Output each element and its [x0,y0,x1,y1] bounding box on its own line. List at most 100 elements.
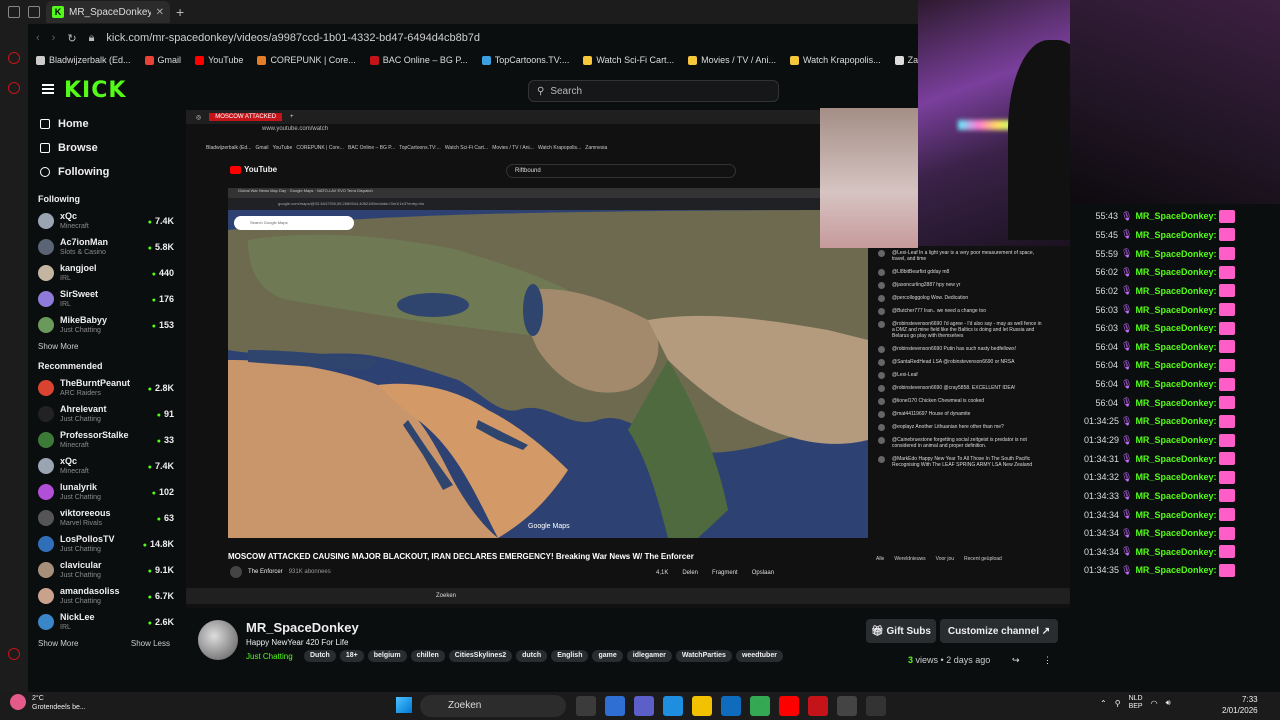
browser-tab[interactable]: K MR_SpaceDonkey - Wa ✕ [46,1,170,23]
store-icon[interactable] [605,696,625,716]
chat-username[interactable]: MR_SpaceDonkey: [1135,286,1216,296]
chat-username[interactable]: MR_SpaceDonkey: [1135,211,1216,221]
tab-actions-icon[interactable] [8,6,20,18]
chat-username[interactable]: MR_SpaceDonkey: [1135,323,1216,333]
chat-username[interactable]: MR_SpaceDonkey: [1135,565,1216,575]
chat-username[interactable]: MR_SpaceDonkey: [1135,379,1216,389]
windows-start-icon[interactable] [396,697,412,713]
chat-username[interactable]: MR_SpaceDonkey: [1135,491,1216,501]
chat-username[interactable]: MR_SpaceDonkey: [1135,305,1216,315]
chat-username[interactable]: MR_SpaceDonkey: [1135,547,1216,557]
channel-row[interactable]: SirSweetIRL 176 [28,286,180,312]
calculator-icon[interactable] [837,696,857,716]
url-text[interactable]: kick.com/mr-spacedonkey/videos/a9987ccd-… [106,32,480,44]
weather-widget[interactable]: 2°C Grotendeels be... [10,694,86,712]
clock[interactable]: 7:33 2/01/2026 [1222,694,1258,716]
sidebar-app-icon[interactable] [8,82,20,94]
new-tab-icon[interactable]: + [176,4,184,20]
settings-app-icon[interactable] [866,696,886,716]
tag[interactable]: weedtuber [735,650,783,662]
channel-row[interactable]: NickLeeIRL 2.6K [28,609,180,635]
chat-username[interactable]: MR_SpaceDonkey: [1135,454,1216,464]
bookmark[interactable]: COREPUNK | Core... [257,55,356,65]
show-less-button[interactable]: Show Less [131,639,170,648]
channel-row[interactable]: xQcMinecraft 7.4K [28,453,180,479]
channel-row[interactable]: viktoreeousMarvel Rivals 63 [28,505,180,531]
tag[interactable]: idlegamer [626,650,672,662]
opera-gx-icon[interactable] [808,696,828,716]
channel-row[interactable]: TheBurntPeanutARC Raiders 2.8K [28,375,180,401]
tag[interactable]: belgium [367,650,407,662]
show-more-recommended[interactable]: Show More Show Less [28,639,180,648]
channel-row[interactable]: xQcMinecraft 7.4K [28,208,180,234]
share-icon[interactable]: ↪ [1012,655,1020,666]
nav-browse[interactable]: Browse [40,136,180,160]
tag[interactable]: CitiesSkylines2 [448,650,513,662]
bookmark[interactable]: Bladwijzerbalk (Ed... [36,55,131,65]
bookmark[interactable]: Gmail [144,55,181,65]
chat-username[interactable]: MR_SpaceDonkey: [1135,510,1216,520]
customize-channel-button[interactable]: Customize channel ↗ [940,619,1058,643]
forward-icon[interactable]: › [52,32,56,44]
address-bar[interactable]: ‹ › ↻ 🔒︎ kick.com/mr-spacedonkey/videos/… [28,28,918,48]
nav-home[interactable]: Home [40,112,180,136]
reload-icon[interactable]: ↻ [67,32,76,45]
task-view-icon[interactable] [576,696,596,716]
chat-username[interactable]: MR_SpaceDonkey: [1135,528,1216,538]
chat-username[interactable]: MR_SpaceDonkey: [1135,472,1216,482]
tag[interactable]: game [592,650,623,662]
opera-logo-icon[interactable] [8,52,20,64]
tag[interactable]: chillen [410,650,445,662]
outlook-icon[interactable] [721,696,741,716]
tag[interactable]: WatchParties [675,650,732,662]
bookmark[interactable]: BAC Online – BG P... [369,55,468,65]
bookmark[interactable]: YouTube [195,55,243,65]
volume-icon[interactable]: 🔊︎ [1166,698,1171,708]
sidebar-settings-icon[interactable] [8,648,20,660]
chat-username[interactable]: MR_SpaceDonkey: [1135,360,1216,370]
wifi-icon[interactable]: ◠ [1151,699,1158,708]
channel-row[interactable]: clavicularJust Chatting 9.1K [28,557,180,583]
taskbar-search[interactable]: Zoeken [420,695,566,717]
tag[interactable]: 18+ [339,650,364,662]
youtube-app-icon[interactable] [779,696,799,716]
bookmark[interactable]: Movies / TV / Ani... [688,55,776,65]
chat-username[interactable]: MR_SpaceDonkey: [1135,435,1216,445]
chrome-icon[interactable] [750,696,770,716]
tag[interactable]: dutch [516,650,548,662]
tag[interactable]: English [551,650,589,662]
chat-username[interactable]: MR_SpaceDonkey: [1135,416,1216,426]
language-indicator[interactable]: NLD BEP [1129,695,1143,711]
more-options-icon[interactable]: ⋮ [1043,655,1052,666]
menu-icon[interactable] [42,84,54,94]
nav-following[interactable]: Following [40,160,180,184]
search-input[interactable]: ⚲ Search [528,80,779,102]
streamer-avatar[interactable] [198,620,238,660]
network-icon[interactable]: ⚲ [1115,699,1121,708]
show-more-following[interactable]: Show More [28,342,180,351]
channel-row[interactable]: LosPollosTVJust Chatting 14.8K [28,531,180,557]
tab-search-icon[interactable] [28,6,40,18]
teams-icon[interactable] [634,696,654,716]
streamer-name[interactable]: MR_SpaceDonkey [246,620,359,635]
tray-chevron-icon[interactable]: ⌃ [1100,699,1107,708]
back-icon[interactable]: ‹ [36,32,40,44]
gift-subs-button[interactable]: 🎁︎ Gift Subs [866,619,936,643]
chat-username[interactable]: MR_SpaceDonkey: [1135,249,1216,259]
bookmark[interactable]: Watch Sci-Fi Cart... [583,55,674,65]
bookmark[interactable]: Zamnesia [894,55,918,65]
channel-row[interactable]: amandasolissJust Chatting 6.7K [28,583,180,609]
bookmark[interactable]: TopCartoons.TV:... [481,55,569,65]
channel-row[interactable]: Ac7ionManSlots & Casino 5.8K [28,234,180,260]
tag[interactable]: Dutch [304,650,336,662]
chat-username[interactable]: MR_SpaceDonkey: [1135,398,1216,408]
channel-row[interactable]: MikeBabyyJust Chatting 153 [28,312,180,338]
channel-row[interactable]: ProfessorStalkeMinecraft 33 [28,427,180,453]
chat-username[interactable]: MR_SpaceDonkey: [1135,267,1216,277]
edge-icon[interactable] [663,696,683,716]
bookmark[interactable]: Watch Krapopolis... [789,55,881,65]
channel-row[interactable]: AhrelevantJust Chatting 91 [28,401,180,427]
close-tab-icon[interactable]: ✕ [156,7,164,18]
chat-username[interactable]: MR_SpaceDonkey: [1135,230,1216,240]
chat-username[interactable]: MR_SpaceDonkey: [1135,342,1216,352]
